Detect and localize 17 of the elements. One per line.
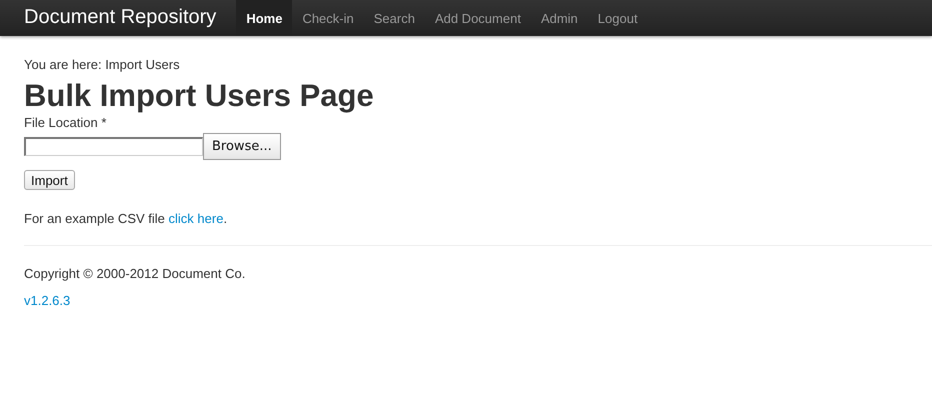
nav-link[interactable]: Search xyxy=(364,0,425,36)
page-heading: Bulk Import Users Page xyxy=(24,80,375,112)
nav-link[interactable]: Admin xyxy=(530,0,588,36)
import-button[interactable]: Import xyxy=(24,170,75,190)
nav-link[interactable]: Add Document xyxy=(424,0,531,36)
field-label: File Location * xyxy=(24,115,108,131)
version-link[interactable]: v1.2.6.3 xyxy=(24,293,70,309)
nav-link[interactable]: Logout xyxy=(588,0,648,36)
copyright-text: Copyright © 2000-2012 Document Co. xyxy=(24,266,246,282)
browse-button[interactable]: Browse... xyxy=(203,133,281,160)
file-path-field[interactable] xyxy=(24,137,203,156)
nav-link[interactable]: Home xyxy=(236,0,292,36)
nav-link[interactable]: Check-in xyxy=(292,0,364,36)
example-text: For an example CSV file click here. xyxy=(24,211,228,227)
breadcrumb: You are here: Import Users xyxy=(24,57,181,73)
brand-title: Document Repository xyxy=(24,4,216,30)
example-link[interactable]: click here xyxy=(168,211,224,226)
